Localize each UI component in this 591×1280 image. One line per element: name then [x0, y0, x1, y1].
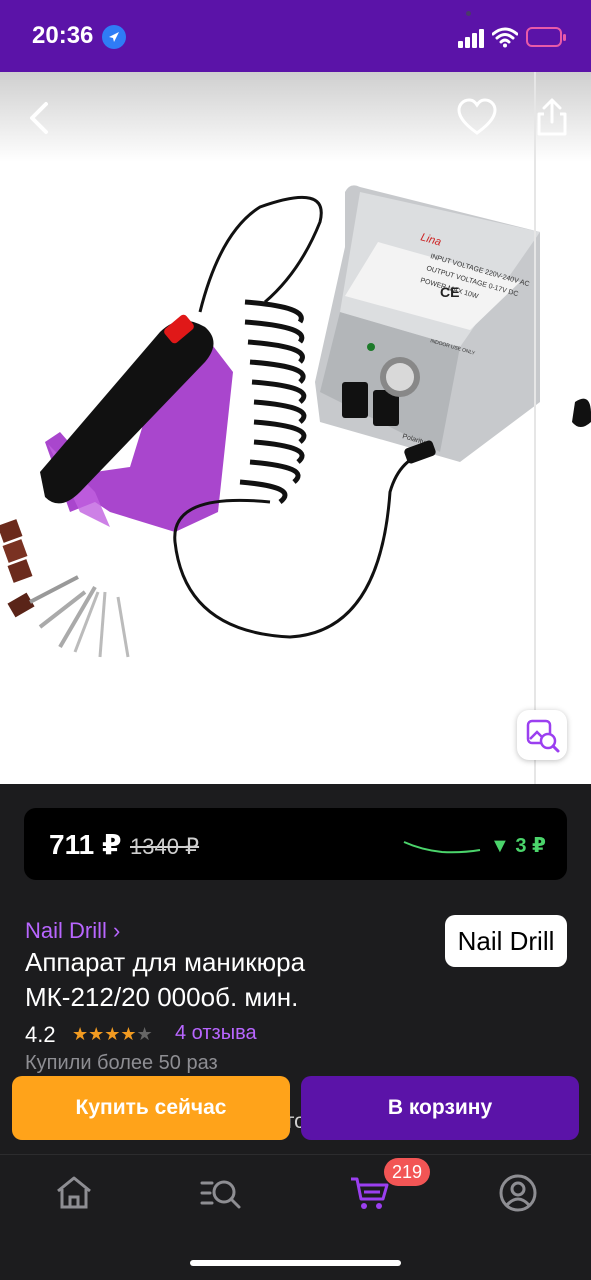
chevron-left-icon	[30, 102, 48, 134]
product-image[interactable]: Lina INPUT VOLTAGE 220V-240V AC OUTPUT V…	[0, 72, 591, 784]
rating-stars-icon: ★★★★★	[72, 1024, 153, 1045]
catalog-search-icon	[200, 1180, 241, 1209]
back-button[interactable]	[18, 96, 62, 140]
share-button[interactable]	[530, 96, 574, 140]
status-time: 20:36	[32, 22, 94, 49]
tab-profile[interactable]	[496, 1171, 540, 1215]
tab-home[interactable]	[52, 1171, 96, 1215]
location-arrow-icon	[102, 25, 126, 49]
old-price: 1340 ₽	[130, 834, 200, 859]
stars-filled: ★★★★	[72, 1024, 137, 1044]
purchase-count: Купили более 50 раз	[25, 1052, 218, 1074]
tab-catalog[interactable]	[198, 1171, 242, 1215]
cart-count-badge: 219	[384, 1158, 431, 1186]
buy-now-button[interactable]: Купить сейчас	[12, 1076, 290, 1140]
heart-icon	[457, 98, 497, 135]
price-drop-badge: ▼ 3 ₽	[490, 835, 546, 857]
gallery-slide-divider	[534, 72, 536, 784]
cellular-signal-icon	[458, 29, 484, 48]
price-history-sparkline	[403, 841, 481, 854]
current-price: 711 ₽	[49, 829, 122, 860]
rating-value: 4.2	[25, 1022, 56, 1047]
profile-icon	[499, 1174, 537, 1212]
status-bar: 20:36	[0, 0, 591, 72]
gallery-top-shade	[0, 72, 591, 162]
brand-link[interactable]: Nail Drill ›	[25, 918, 120, 944]
battery-icon	[526, 27, 566, 47]
home-indicator	[190, 1260, 401, 1266]
home-icon	[57, 1176, 91, 1209]
wifi-icon	[492, 27, 518, 48]
product-gallery[interactable]: Lina INPUT VOLTAGE 220V-240V AC OUTPUT V…	[0, 72, 591, 784]
camera-dot	[466, 11, 471, 16]
image-search-icon	[526, 719, 560, 753]
price-box[interactable]: 711 ₽ 1340 ₽ ▼ 3 ₽	[24, 808, 567, 880]
visual-search-button[interactable]	[517, 710, 567, 760]
share-icon	[537, 98, 567, 136]
reviews-link[interactable]: 4 отзыва	[175, 1022, 257, 1045]
image-ce-mark: CE	[440, 284, 459, 300]
product-title: Аппарат для маникюра МК-212/20 000об. ми…	[25, 947, 306, 1012]
add-to-cart-button[interactable]: В корзину	[301, 1076, 579, 1140]
brand-logo[interactable]: Nail Drill	[445, 915, 567, 967]
favorite-button[interactable]	[455, 96, 499, 140]
stars-empty: ★	[136, 1024, 153, 1044]
